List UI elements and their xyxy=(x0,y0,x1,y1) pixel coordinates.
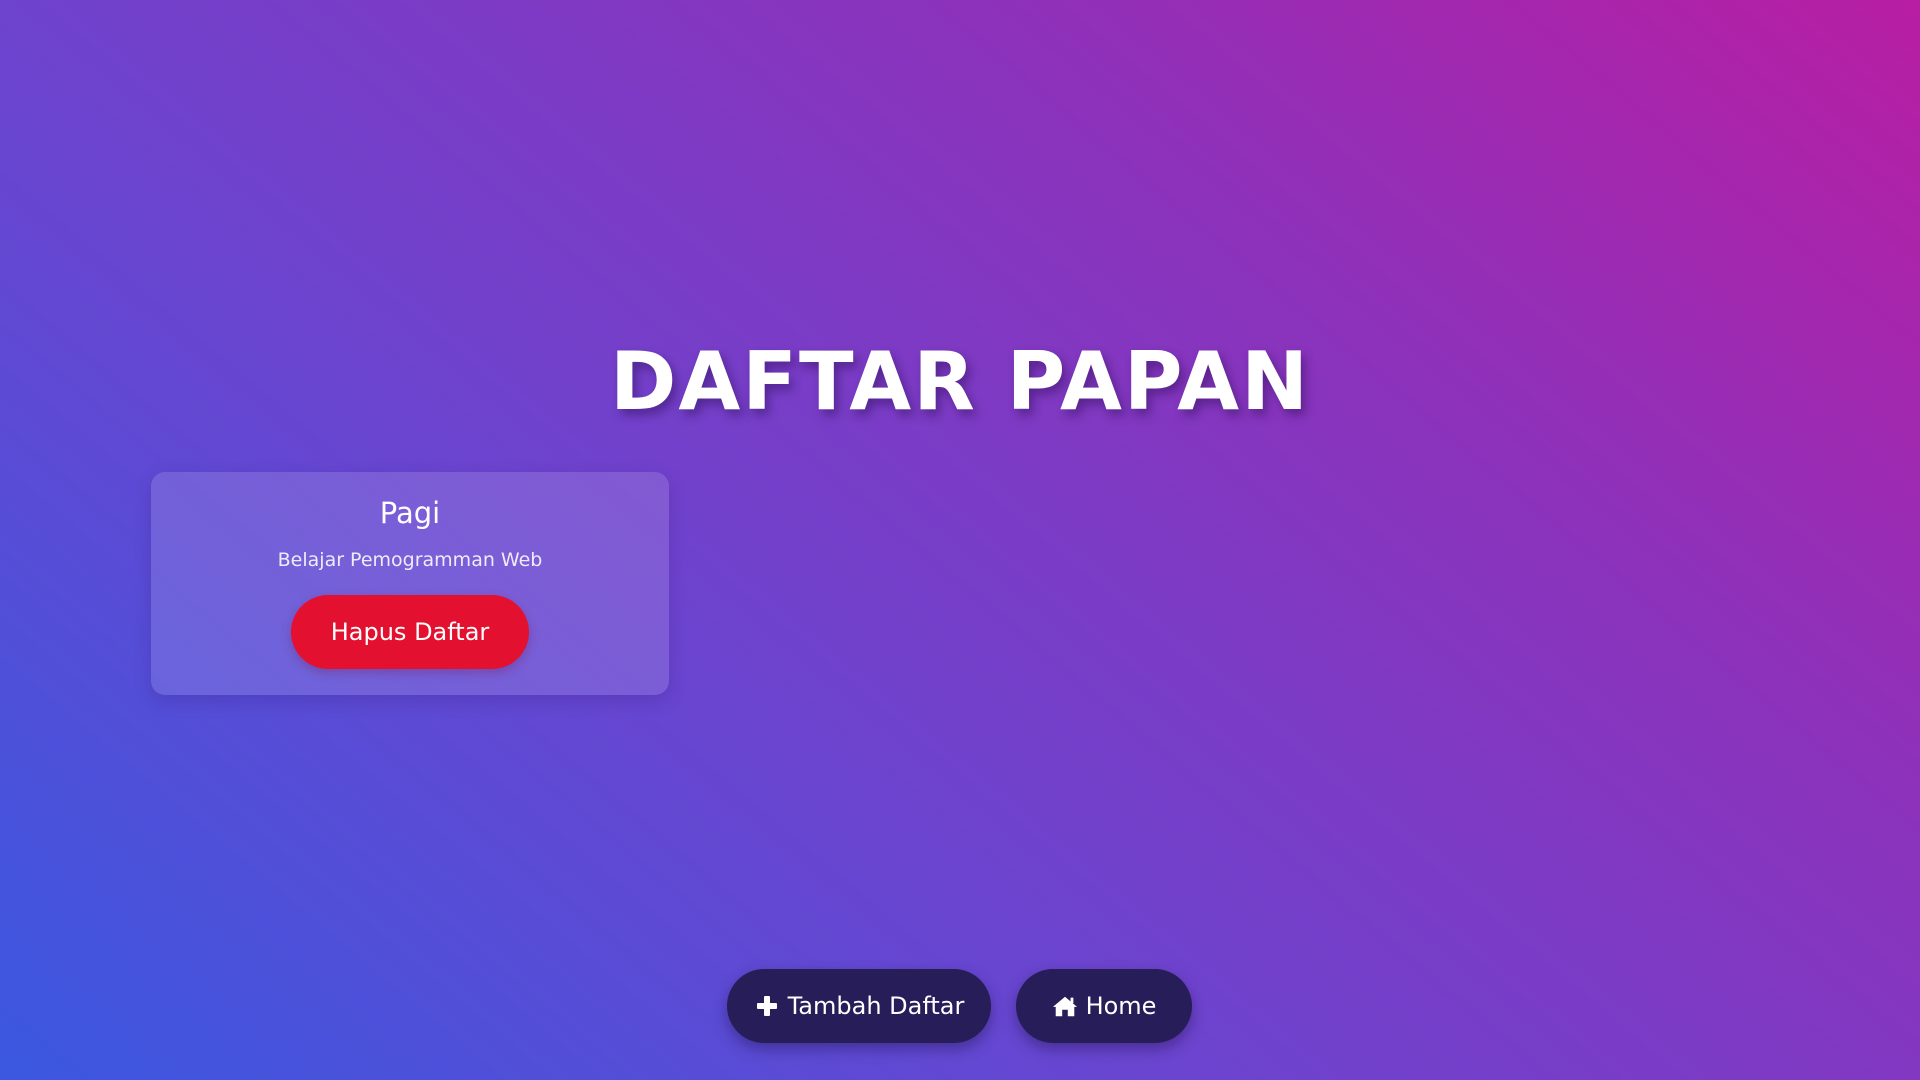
page-title: DAFTAR PAPAN xyxy=(609,335,1311,428)
add-board-button[interactable]: Tambah Daftar xyxy=(727,969,991,1043)
board-description: Belajar Pemogramman Web xyxy=(277,549,543,571)
home-label: Home xyxy=(1085,992,1157,1020)
board-title: Pagi xyxy=(379,496,441,530)
home-button[interactable]: Home xyxy=(1016,969,1192,1043)
add-board-label: Tambah Daftar xyxy=(787,992,965,1020)
delete-board-button[interactable]: Hapus Daftar xyxy=(291,595,529,669)
board-card: Pagi Belajar Pemogramman Web Hapus Dafta… xyxy=(151,472,669,695)
home-icon xyxy=(1052,993,1078,1019)
plus-icon xyxy=(754,993,780,1019)
